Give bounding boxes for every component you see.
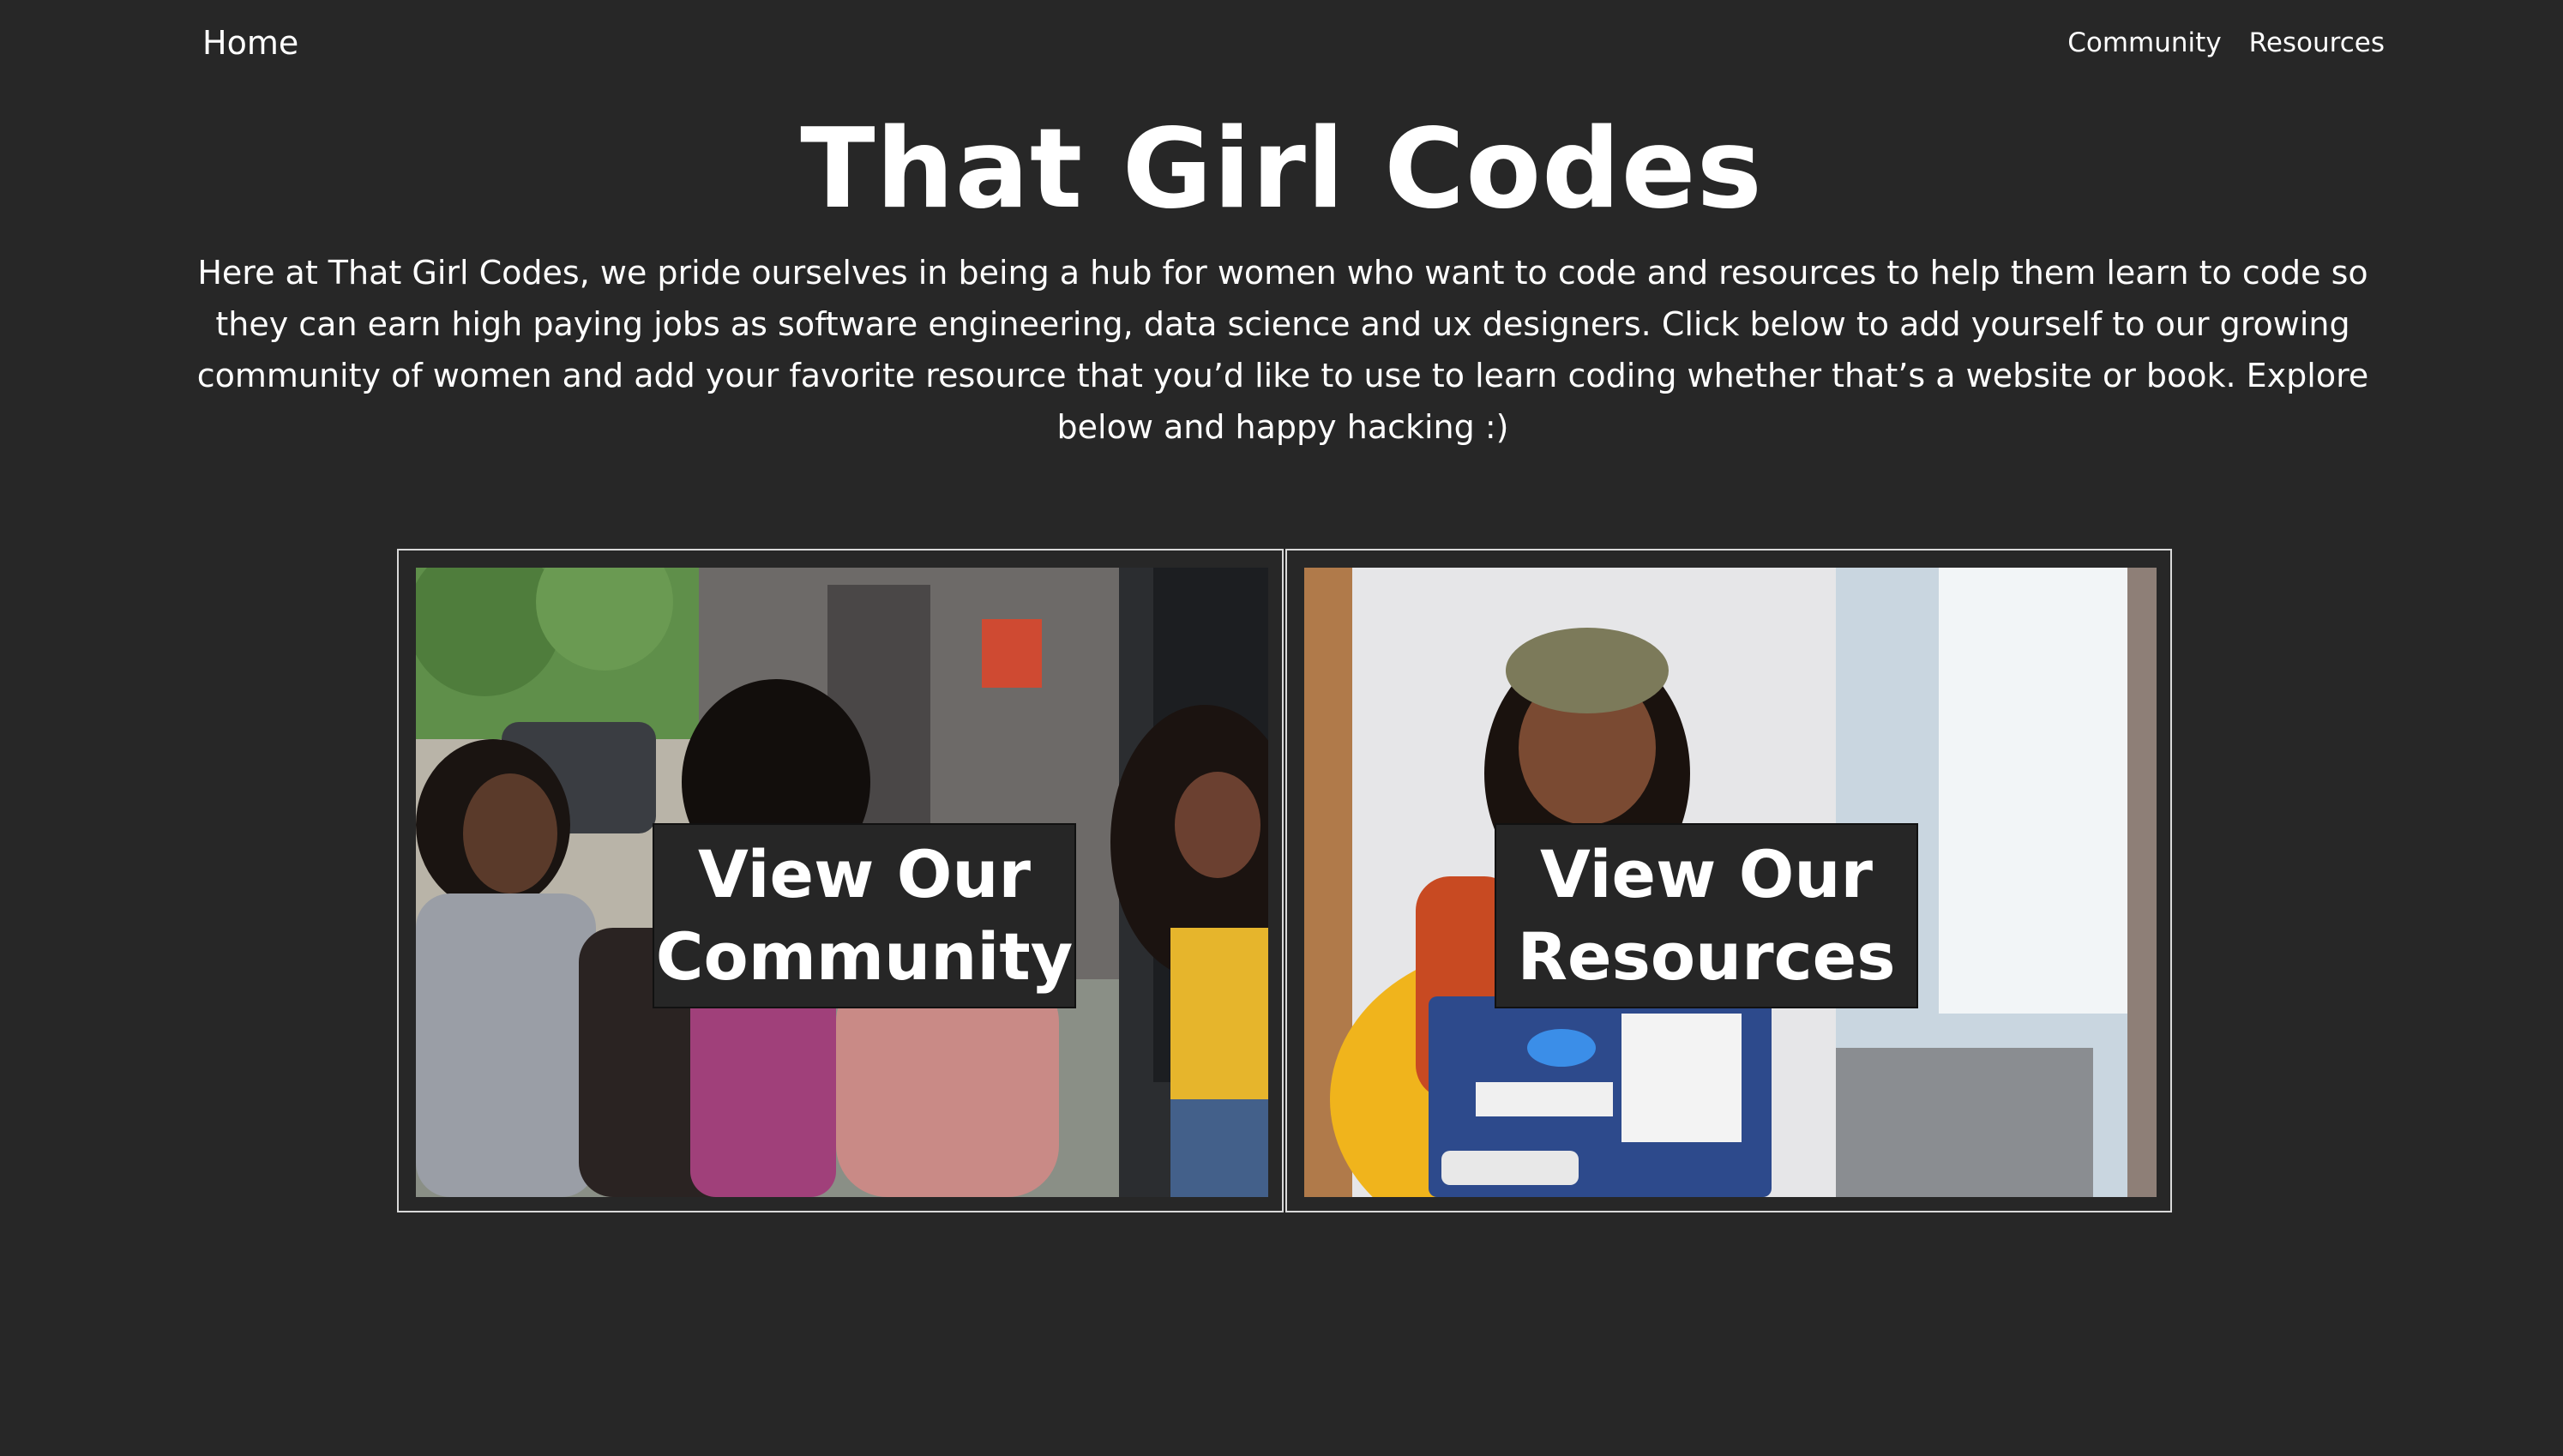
page-title: That Girl Codes bbox=[800, 105, 1763, 233]
top-nav: Community Resources bbox=[2067, 22, 2385, 63]
nav-resources-link[interactable]: Resources bbox=[2249, 22, 2385, 63]
community-card[interactable]: View Our Community bbox=[397, 549, 1284, 1212]
community-label-line1: View Our bbox=[698, 836, 1031, 912]
community-label-line2: Community bbox=[655, 918, 1074, 995]
intro-paragraph: Here at That Girl Codes, we pride oursel… bbox=[196, 254, 2369, 446]
page: Home Community Resources That Girl Codes… bbox=[0, 0, 2563, 1456]
view-community-label[interactable]: View Our Community bbox=[653, 823, 1076, 1008]
resources-card[interactable]: View Our Resources bbox=[1285, 549, 2172, 1212]
nav-home-link[interactable]: Home bbox=[202, 19, 298, 67]
nav-community-link[interactable]: Community bbox=[2067, 22, 2221, 63]
view-resources-label[interactable]: View Our Resources bbox=[1495, 823, 1918, 1008]
resources-label-line2: Resources bbox=[1517, 918, 1896, 995]
card-row: View Our Community View Our Resources bbox=[397, 549, 2172, 1212]
resources-label-line1: View Our bbox=[1540, 836, 1873, 912]
